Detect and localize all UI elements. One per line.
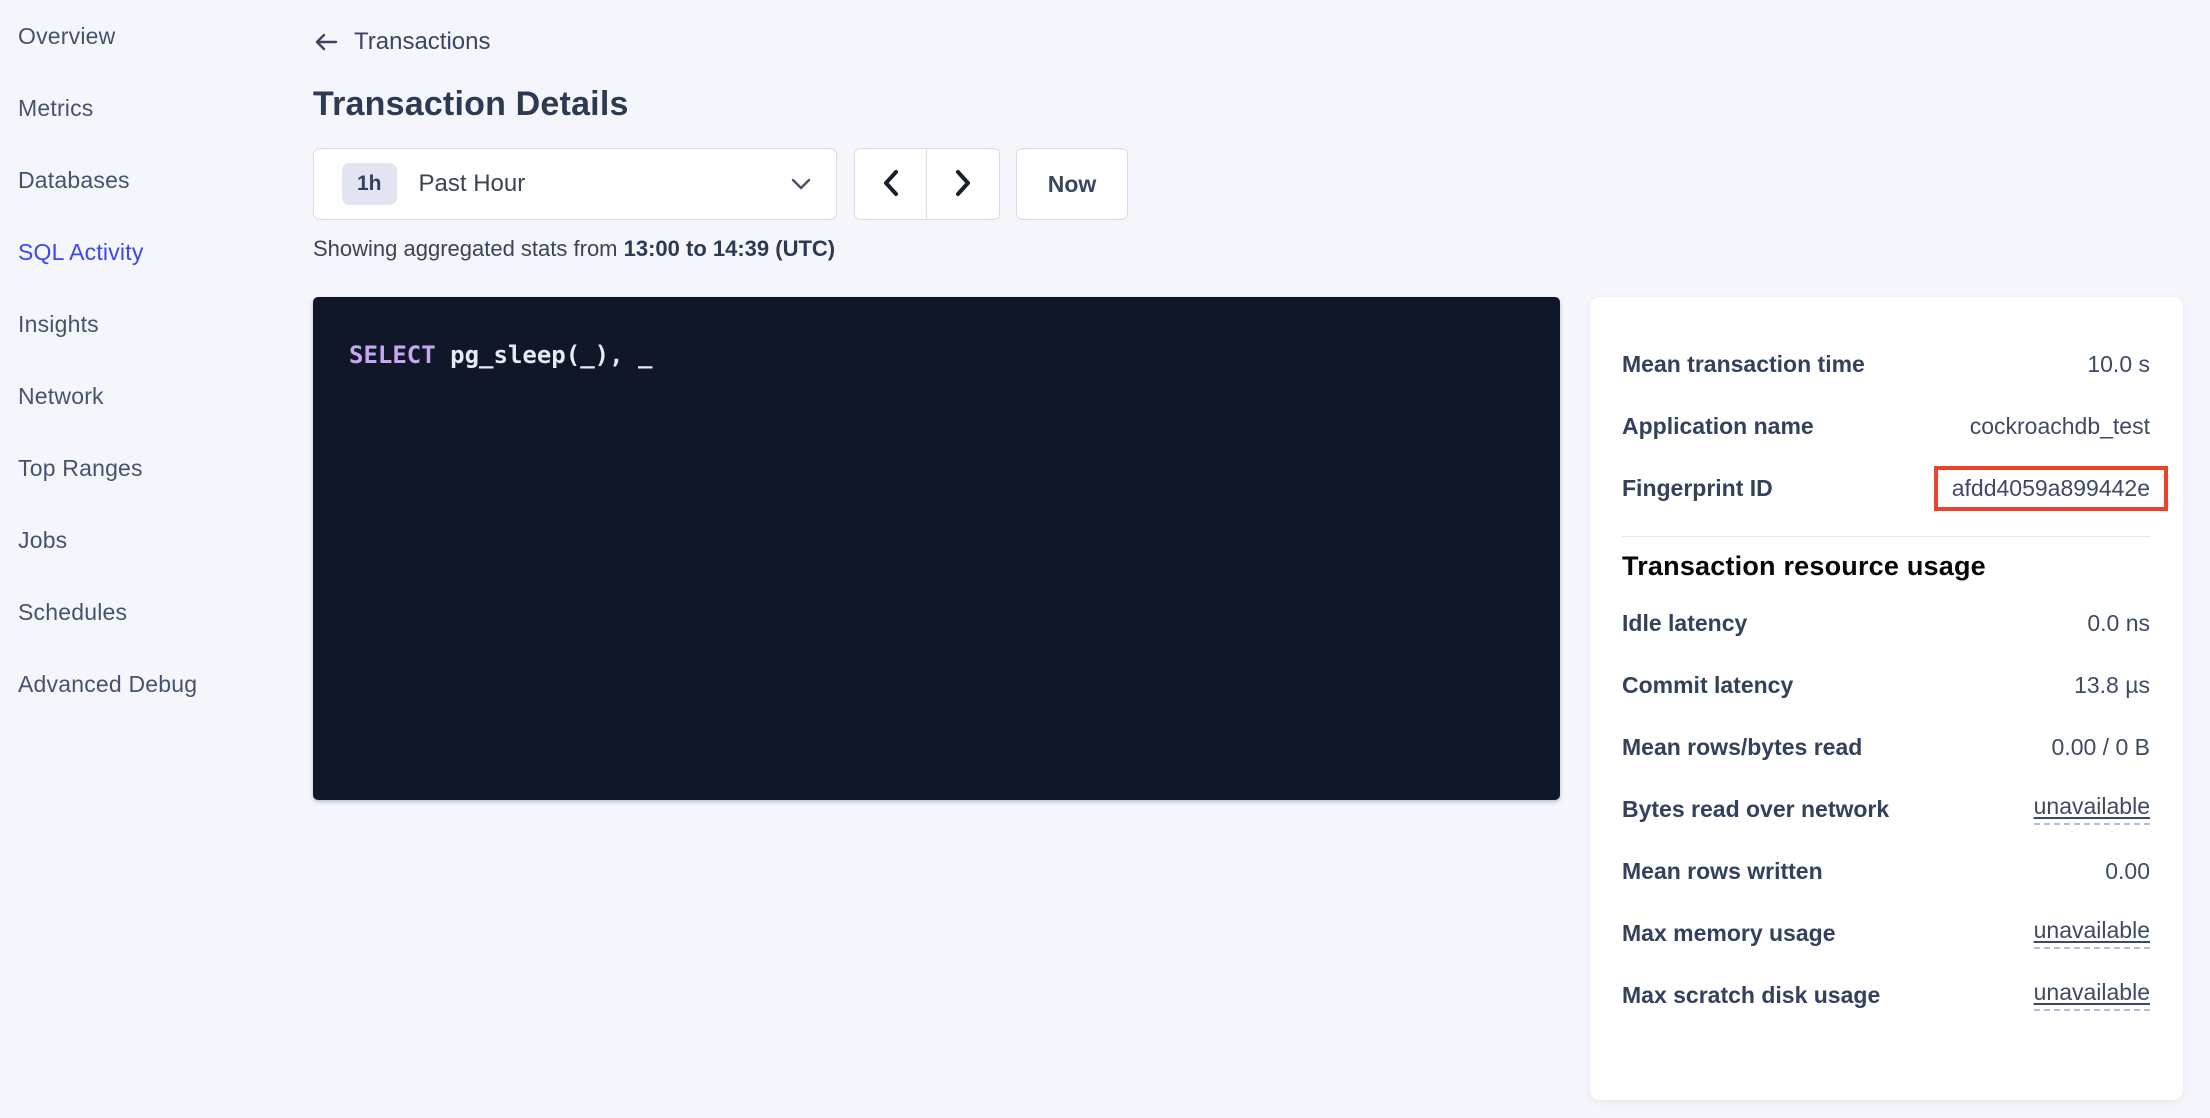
time-range-selected: Past Hour (419, 170, 790, 198)
chevron-down-icon (790, 177, 812, 191)
sidebar: Overview Metrics Databases SQL Activity … (0, 0, 300, 1118)
sql-statement: SELECT pg_sleep(_), _ (349, 339, 1524, 373)
application-name-label: Application name (1622, 413, 1814, 440)
breadcrumb[interactable]: Transactions (313, 25, 2210, 59)
chevron-right-icon (953, 168, 973, 201)
content-row: SELECT pg_sleep(_), _ Mean transaction t… (313, 297, 2210, 1100)
chevron-left-icon (881, 168, 901, 201)
mean-rows-bytes-read-value: 0.00 / 0 B (2052, 734, 2150, 761)
commit-latency-row: Commit latency 13.8 µs (1622, 654, 2150, 716)
max-scratch-disk-usage-label: Max scratch disk usage (1622, 982, 1880, 1009)
application-name-row: Application name cockroachdb_test (1622, 395, 2150, 457)
mean-rows-bytes-read-row: Mean rows/bytes read 0.00 / 0 B (1622, 716, 2150, 778)
app-window: Overview Metrics Databases SQL Activity … (0, 0, 2210, 1118)
sidebar-item-insights[interactable]: Insights (0, 288, 300, 360)
time-controls: 1h Past Hour (313, 148, 2210, 220)
resource-usage-section-title: Transaction resource usage (1622, 551, 2150, 582)
time-range-nav (854, 148, 1000, 220)
bytes-read-over-network-label: Bytes read over network (1622, 796, 1889, 823)
fingerprint-id-row: Fingerprint ID afdd4059a899442e (1622, 457, 2150, 519)
max-scratch-disk-usage-row: Max scratch disk usage unavailable (1622, 964, 2150, 1026)
mean-rows-written-row: Mean rows written 0.00 (1622, 840, 2150, 902)
sidebar-item-jobs[interactable]: Jobs (0, 504, 300, 576)
mean-rows-bytes-read-label: Mean rows/bytes read (1622, 734, 1862, 761)
mean-transaction-time-label: Mean transaction time (1622, 351, 1865, 378)
sql-statement-box: SELECT pg_sleep(_), _ (313, 297, 1560, 800)
sidebar-item-schedules[interactable]: Schedules (0, 576, 300, 648)
sidebar-item-overview[interactable]: Overview (0, 0, 300, 72)
commit-latency-value: 13.8 µs (2074, 672, 2150, 699)
aggregation-summary: Showing aggregated stats from 13:00 to 1… (313, 236, 2210, 262)
sidebar-item-databases[interactable]: Databases (0, 144, 300, 216)
transaction-details-card: Mean transaction time 10.0 s Application… (1590, 297, 2183, 1100)
max-memory-usage-value[interactable]: unavailable (2034, 917, 2150, 949)
time-range-badge: 1h (342, 163, 397, 205)
aggregation-summary-range: 13:00 to 14:39 (UTC) (624, 236, 836, 261)
max-memory-usage-label: Max memory usage (1622, 920, 1835, 947)
arrow-left-icon (313, 31, 339, 53)
idle-latency-value: 0.0 ns (2087, 610, 2150, 637)
application-name-value: cockroachdb_test (1970, 413, 2150, 440)
bytes-read-over-network-value[interactable]: unavailable (2034, 793, 2150, 825)
aggregation-summary-prefix: Showing aggregated stats from (313, 236, 624, 261)
mean-rows-written-label: Mean rows written (1622, 858, 1823, 885)
idle-latency-label: Idle latency (1622, 610, 1747, 637)
next-range-button[interactable] (927, 149, 999, 219)
idle-latency-row: Idle latency 0.0 ns (1622, 592, 2150, 654)
bytes-read-over-network-row: Bytes read over network unavailable (1622, 778, 2150, 840)
mean-transaction-time-row: Mean transaction time 10.0 s (1622, 333, 2150, 395)
card-divider (1622, 536, 2150, 537)
sidebar-item-network[interactable]: Network (0, 360, 300, 432)
sidebar-item-metrics[interactable]: Metrics (0, 72, 300, 144)
page-title: Transaction Details (313, 85, 2210, 124)
sql-statement-rest: pg_sleep(_), _ (436, 341, 653, 369)
fingerprint-id-highlight: afdd4059a899442e (1934, 466, 2168, 511)
commit-latency-label: Commit latency (1622, 672, 1793, 699)
max-scratch-disk-usage-value[interactable]: unavailable (2034, 979, 2150, 1011)
now-button[interactable]: Now (1016, 148, 1128, 220)
max-memory-usage-row: Max memory usage unavailable (1622, 902, 2150, 964)
fingerprint-id-label: Fingerprint ID (1622, 475, 1773, 502)
sidebar-item-sql-activity[interactable]: SQL Activity (0, 216, 300, 288)
sidebar-item-advanced-debug[interactable]: Advanced Debug (0, 648, 300, 720)
sidebar-item-top-ranges[interactable]: Top Ranges (0, 432, 300, 504)
previous-range-button[interactable] (855, 149, 927, 219)
breadcrumb-label[interactable]: Transactions (354, 28, 491, 56)
mean-transaction-time-value: 10.0 s (2087, 351, 2150, 378)
time-range-dropdown[interactable]: 1h Past Hour (313, 148, 837, 220)
sql-keyword: SELECT (349, 341, 436, 369)
main-content: Transactions Transaction Details 1h Past… (300, 0, 2210, 1118)
mean-rows-written-value: 0.00 (2105, 858, 2150, 885)
